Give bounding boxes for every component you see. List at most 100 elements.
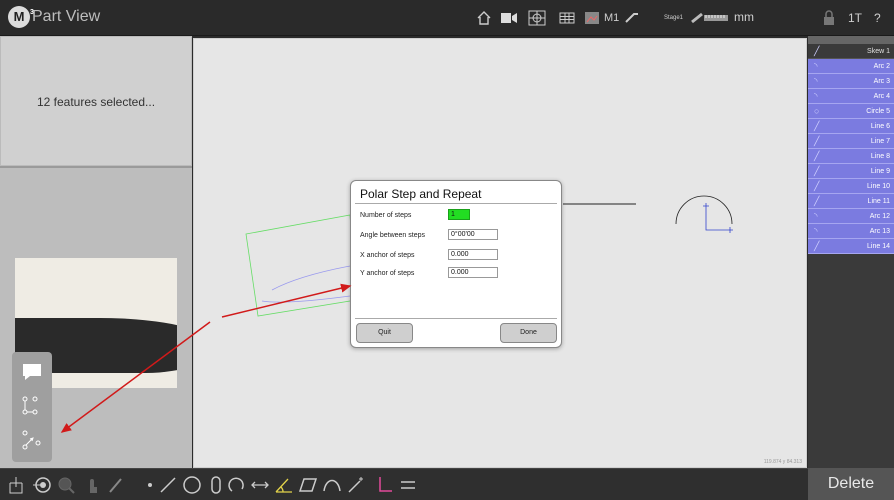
quit-button[interactable]: Quit bbox=[356, 323, 413, 343]
circle-tool-icon[interactable] bbox=[182, 475, 202, 495]
selection-count-text: 12 features selected... bbox=[36, 95, 156, 109]
feature-label: Line 10 bbox=[867, 183, 890, 190]
arc-icon: ◝ bbox=[814, 226, 818, 236]
slot-icon[interactable] bbox=[206, 475, 226, 495]
help-button[interactable]: ? bbox=[874, 10, 881, 26]
number-of-steps-label: Number of steps bbox=[360, 212, 412, 219]
feature-list-item[interactable]: ◝ Arc 13 bbox=[808, 224, 894, 239]
polar-step-icon[interactable] bbox=[20, 428, 44, 452]
feature-list-item[interactable]: ◝ Arc 2 bbox=[808, 59, 894, 74]
tree-step-icon[interactable] bbox=[20, 394, 44, 418]
arc-icon: ◝ bbox=[814, 76, 818, 86]
app-logo[interactable]: M3 bbox=[8, 6, 34, 28]
feature-list-item[interactable]: ◝ Arc 12 bbox=[808, 209, 894, 224]
datum-icon[interactable] bbox=[6, 475, 26, 495]
bottom-toolbar bbox=[0, 468, 894, 500]
video-icon[interactable] bbox=[500, 10, 518, 26]
feature-list-item[interactable]: ◝ Arc 3 bbox=[808, 74, 894, 89]
arc-icon: ◝ bbox=[814, 61, 818, 71]
tools-panel bbox=[12, 352, 52, 462]
line-icon: ╱ bbox=[814, 121, 820, 131]
feature-list-item[interactable]: ◝ Arc 4 bbox=[808, 89, 894, 104]
line-tool-icon[interactable] bbox=[158, 475, 178, 495]
feature-label: Line 9 bbox=[870, 168, 890, 175]
feature-list-item[interactable]: ╱ Line 10 bbox=[808, 179, 894, 194]
feature-label: Line 8 bbox=[870, 153, 890, 160]
feature-label: Arc 2 bbox=[873, 63, 890, 70]
target-icon[interactable] bbox=[32, 475, 52, 495]
line-icon: ╱ bbox=[814, 136, 820, 146]
line-icon: ╱ bbox=[814, 196, 820, 206]
dialog-footer-divider bbox=[355, 318, 557, 319]
app-title: Part View bbox=[32, 8, 101, 25]
x-anchor-input[interactable]: 0.000 bbox=[448, 249, 498, 260]
curve-icon[interactable] bbox=[322, 475, 342, 495]
feature-label: Arc 12 bbox=[869, 213, 890, 220]
perpendicular-icon[interactable] bbox=[374, 475, 394, 495]
dialog-divider bbox=[355, 203, 557, 204]
mode-label[interactable]: M1 bbox=[604, 10, 619, 26]
feature-list: ╱ Skew 1 ◝ Arc 2 ◝ Arc 3 ◝ Arc 4 ○ Circle 5 ╱ Line … bbox=[808, 44, 894, 254]
circle-icon: ○ bbox=[814, 106, 820, 116]
comment-icon[interactable] bbox=[20, 360, 44, 384]
angle-between-steps-input[interactable]: 0°00'00 bbox=[448, 229, 498, 240]
line-icon: ╱ bbox=[814, 46, 820, 56]
dialog-title: Polar Step and Repeat bbox=[360, 187, 482, 201]
number-of-steps-input[interactable]: 1 bbox=[448, 209, 470, 220]
delete-button[interactable]: Delete bbox=[808, 468, 894, 500]
feature-list-panel: ╱ Skew 1 ◝ Arc 2 ◝ Arc 3 ◝ Arc 4 ○ Circle 5 ╱ Line … bbox=[808, 36, 894, 468]
feature-label: Circle 5 bbox=[866, 108, 890, 115]
feature-list-item[interactable]: ○ Circle 5 bbox=[808, 104, 894, 119]
x-anchor-label: X anchor of steps bbox=[360, 252, 415, 259]
ruler-icon[interactable] bbox=[690, 10, 730, 26]
crosshair-icon[interactable] bbox=[528, 10, 546, 26]
grid-icon[interactable] bbox=[558, 10, 576, 26]
count-label[interactable]: 1T bbox=[848, 10, 862, 26]
unit-label[interactable]: mm bbox=[734, 10, 754, 24]
image-icon[interactable] bbox=[584, 10, 600, 26]
y-anchor-label: Y anchor of steps bbox=[360, 270, 415, 277]
search-icon[interactable] bbox=[56, 475, 76, 495]
line-icon: ╱ bbox=[814, 241, 820, 251]
coordinate-readout: 119.874 y 84.313 bbox=[763, 459, 802, 465]
feature-label: Line 7 bbox=[870, 138, 890, 145]
lock-icon[interactable] bbox=[822, 10, 836, 26]
parallelogram-icon[interactable] bbox=[298, 475, 318, 495]
feature-list-item[interactable]: ╱ Line 9 bbox=[808, 164, 894, 179]
feature-list-item[interactable]: ╱ Skew 1 bbox=[808, 44, 894, 59]
feature-list-item[interactable]: ╱ Line 6 bbox=[808, 119, 894, 134]
selection-info-panel: 12 features selected... bbox=[0, 36, 192, 166]
feature-list-item[interactable]: ╱ Line 14 bbox=[808, 239, 894, 254]
feature-label: Line 6 bbox=[870, 123, 890, 130]
feature-label: Line 14 bbox=[867, 243, 890, 250]
polar-step-repeat-dialog: Polar Step and Repeat Number of steps 1 … bbox=[350, 180, 562, 348]
line-icon: ╱ bbox=[814, 166, 820, 176]
feature-list-item[interactable]: ╱ Line 11 bbox=[808, 194, 894, 209]
distance-icon[interactable] bbox=[250, 475, 270, 495]
feature-list-item[interactable]: ╱ Line 7 bbox=[808, 134, 894, 149]
angle-between-steps-label: Angle between steps bbox=[360, 232, 425, 239]
title-bar: M3 Part View M1 Stage1 mm 1T ? bbox=[0, 0, 894, 36]
point-icon[interactable] bbox=[140, 475, 160, 495]
feature-list-header bbox=[808, 36, 894, 44]
feature-list-item[interactable]: ╱ Line 8 bbox=[808, 149, 894, 164]
arc-icon: ◝ bbox=[814, 91, 818, 101]
stage-label[interactable]: Stage1 bbox=[664, 10, 683, 26]
arc-icon: ◝ bbox=[814, 211, 818, 221]
done-button[interactable]: Done bbox=[500, 323, 557, 343]
touch-icon[interactable] bbox=[82, 475, 102, 495]
feature-label: Arc 13 bbox=[869, 228, 890, 235]
equal-icon[interactable] bbox=[398, 475, 418, 495]
feature-label: Arc 3 bbox=[873, 78, 890, 85]
feature-label: Line 11 bbox=[867, 198, 890, 205]
y-anchor-input[interactable]: 0.000 bbox=[448, 267, 498, 278]
line-icon: ╱ bbox=[814, 181, 820, 191]
pen-icon[interactable] bbox=[106, 475, 126, 495]
home-icon[interactable] bbox=[476, 10, 492, 26]
arc-tool-icon[interactable] bbox=[228, 475, 248, 495]
feature-label: Skew 1 bbox=[867, 48, 890, 55]
line-icon: ╱ bbox=[814, 151, 820, 161]
angle-icon[interactable] bbox=[274, 475, 294, 495]
probe-icon[interactable] bbox=[624, 10, 642, 26]
wand-icon[interactable] bbox=[346, 475, 366, 495]
